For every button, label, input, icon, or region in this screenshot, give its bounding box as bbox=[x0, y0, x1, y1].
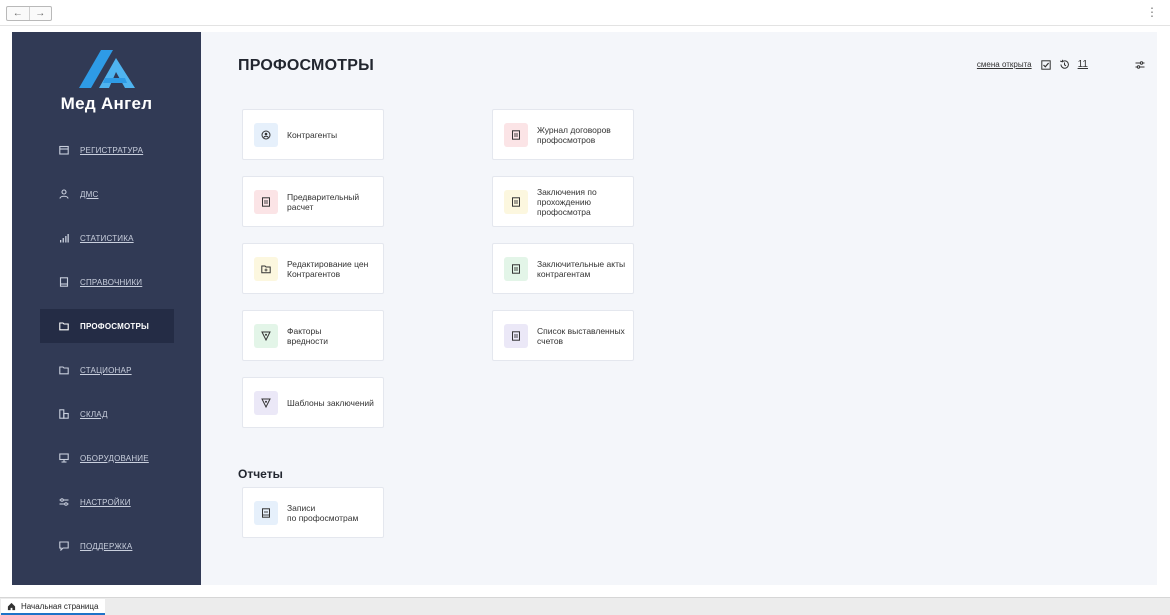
card-label: Шаблоны заключений bbox=[287, 397, 374, 408]
history-nav: ← → bbox=[6, 6, 52, 21]
card-edit-prices[interactable]: Редактирование цен Контрагентов bbox=[242, 243, 384, 294]
card-label: Редактирование цен Контрагентов bbox=[287, 258, 369, 279]
sidebar-item-label: СКЛАД bbox=[80, 409, 108, 419]
card-label: Журнал договоров профосмотров bbox=[537, 124, 611, 145]
brand-name: Мед Ангел bbox=[60, 94, 153, 113]
card-contracts-journal[interactable]: Журнал договоров профосмотров bbox=[492, 109, 634, 160]
shift-status-link[interactable]: смена открыта bbox=[977, 60, 1032, 69]
sidebar-item-sklad[interactable]: СКЛАД bbox=[40, 397, 174, 431]
main-content: ПРОФОСМОТРЫ смена открыта 11 Контрагенты… bbox=[201, 32, 1157, 585]
sidebar-item-spravochniki[interactable]: СПРАВОЧНИКИ bbox=[40, 265, 174, 299]
card-label: Записи по профосмотрам bbox=[287, 502, 359, 523]
card-label: Контрагенты bbox=[287, 129, 338, 140]
sidebar-item-label: НАСТРОЙКИ bbox=[80, 497, 131, 507]
sidebar-item-stacionar[interactable]: СТАЦИОНАР bbox=[40, 353, 174, 387]
calendar-icon bbox=[58, 144, 70, 156]
sidebar-item-label: ПРОФОСМОТРЫ bbox=[80, 321, 150, 331]
header-actions: смена открыта 11 bbox=[977, 59, 1145, 70]
sidebar-item-label: ДМС bbox=[80, 189, 99, 199]
sidebar-item-statistika[interactable]: СТАТИСТИКА bbox=[40, 221, 174, 255]
history-count[interactable]: 11 bbox=[1078, 59, 1088, 70]
template-icon bbox=[254, 390, 278, 415]
sidebar-item-label: СТАТИСТИКА bbox=[80, 233, 134, 243]
card-label: Список выставленных счетов bbox=[537, 325, 625, 346]
sidebar-item-oborudovanie[interactable]: ОБОРУДОВАНИЕ bbox=[40, 441, 174, 475]
folder-icon bbox=[58, 364, 70, 376]
sidebar-item-label: ПОДДЕРЖКА bbox=[80, 541, 133, 551]
book-icon bbox=[254, 500, 278, 525]
book-icon bbox=[58, 276, 70, 288]
card-conclusions[interactable]: Заключения по прохождению профосмотра bbox=[492, 176, 634, 227]
sidebar-item-label: ОБОРУДОВАНИЕ bbox=[80, 453, 149, 463]
bottom-tabbar: Начальная страница bbox=[0, 597, 1170, 615]
card-label: Заключения по прохождению профосмотра bbox=[537, 186, 597, 217]
document-icon bbox=[254, 189, 278, 214]
more-menu-icon[interactable]: ⋮ bbox=[1146, 5, 1158, 19]
tab-home[interactable]: Начальная страница bbox=[1, 599, 105, 615]
sidebar-item-nastroyki[interactable]: НАСТРОЙКИ bbox=[40, 485, 174, 519]
document-icon bbox=[504, 189, 528, 214]
forward-button[interactable]: → bbox=[30, 7, 52, 20]
sliders-icon bbox=[58, 496, 70, 508]
card-exam-records[interactable]: Записи по профосмотрам bbox=[242, 487, 384, 538]
monitor-icon bbox=[58, 452, 70, 464]
user-icon bbox=[58, 188, 70, 200]
sidebar-item-profosmotry[interactable]: ПРОФОСМОТРЫ bbox=[40, 309, 174, 343]
card-prelim-calc[interactable]: Предварительный расчет bbox=[242, 176, 384, 227]
contacts-icon bbox=[254, 122, 278, 147]
sidebar-item-podderzhka[interactable]: ПОДДЕРЖКА bbox=[40, 529, 174, 563]
logo-icon bbox=[79, 50, 135, 88]
card-templates[interactable]: Шаблоны заключений bbox=[242, 377, 384, 428]
chat-icon bbox=[58, 540, 70, 552]
top-bar: ← → ⋮ bbox=[0, 0, 1170, 26]
card-final-acts[interactable]: Заключительные акты контрагентам bbox=[492, 243, 634, 294]
card-label: Факторы вредности bbox=[287, 325, 329, 346]
card-factors[interactable]: Факторы вредности bbox=[242, 310, 384, 361]
hazard-icon bbox=[254, 323, 278, 348]
sidebar: Мед Ангел РЕГИСТРАТУРА ДМС СТАТИСТИКА СП… bbox=[12, 32, 201, 585]
document-icon bbox=[504, 256, 528, 281]
sidebar-item-dms[interactable]: ДМС bbox=[40, 177, 174, 211]
settings-sliders-icon[interactable] bbox=[1135, 60, 1145, 70]
warehouse-icon bbox=[58, 408, 70, 420]
sidebar-item-label: СТАЦИОНАР bbox=[80, 365, 132, 375]
card-kontragenty[interactable]: Контрагенты bbox=[242, 109, 384, 160]
sidebar-item-registratura[interactable]: РЕГИСТРАТУРА bbox=[40, 133, 174, 167]
sidebar-item-label: РЕГИСТРАТУРА bbox=[80, 145, 144, 155]
history-icon[interactable] bbox=[1059, 59, 1070, 70]
page-title: ПРОФОСМОТРЫ bbox=[238, 57, 374, 74]
folder-icon bbox=[58, 320, 70, 332]
card-invoices[interactable]: Список выставленных счетов bbox=[492, 310, 634, 361]
bar-chart-icon bbox=[58, 232, 70, 244]
sidebar-item-label: СПРАВОЧНИКИ bbox=[80, 277, 143, 287]
card-label: Предварительный расчет bbox=[287, 191, 360, 212]
invoice-icon bbox=[504, 323, 528, 348]
journal-icon bbox=[504, 122, 528, 147]
folder-edit-icon bbox=[254, 256, 278, 281]
back-button[interactable]: ← bbox=[7, 7, 30, 20]
tab-label: Начальная страница bbox=[21, 601, 99, 611]
home-icon bbox=[7, 602, 16, 610]
reports-title: Отчеты bbox=[238, 467, 283, 481]
checklist-icon[interactable] bbox=[1040, 59, 1051, 70]
card-label: Заключительные акты контрагентам bbox=[537, 258, 626, 279]
